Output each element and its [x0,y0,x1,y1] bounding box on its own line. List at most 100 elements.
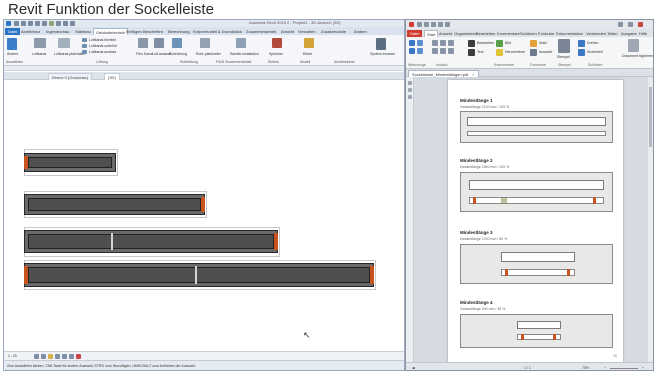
single-page-icon[interactable] [432,48,438,54]
pdf-tab-schuetzen[interactable]: Schützen [520,30,537,37]
pdf-undo-icon[interactable] [438,22,443,27]
security-icon[interactable] [578,49,585,56]
add-image-icon[interactable] [496,40,503,47]
pdf-tab-dokumentation[interactable]: Dokumentation [556,30,583,37]
pdf-tab-teilen[interactable]: Teilen [607,30,617,37]
add-text-icon[interactable] [468,49,475,56]
hand-tool-icon[interactable] [409,40,415,46]
pdf-app-icon[interactable] [409,22,414,27]
rotate-page-icon[interactable] [578,40,585,47]
fit-page-icon[interactable] [432,40,438,46]
undo-icon[interactable] [28,21,33,26]
revit-tab-koerpermodell[interactable]: Körpermodell & Grundstück [193,28,242,35]
highlight-icon[interactable] [496,49,503,56]
print-icon[interactable] [42,21,47,26]
text-icon[interactable] [56,21,61,26]
view-scale[interactable]: 1 : 20 [8,354,17,358]
pdf-document-tab[interactable]: Sockelleiste_Mindestlängen.pdf × [408,70,479,77]
first-page-icon[interactable]: ◀ [412,366,415,370]
pdf-tab-organisieren[interactable]: Organisieren [454,30,477,37]
system-browser-icon[interactable] [376,38,386,50]
pdf-print-icon[interactable] [431,22,436,27]
pdf-tab-start[interactable]: Start [424,30,439,37]
select-tool-icon[interactable] [409,48,415,54]
pdf-maximize-icon[interactable] [628,22,633,27]
revit-tab-zusatzmodule[interactable]: Zusatzmodule [321,28,346,35]
revit-tab-zusammenarbeit[interactable]: Zusammenarbeit [246,28,276,35]
pdf-save-icon[interactable] [424,22,429,27]
zoom-in-icon[interactable]: + [642,366,644,370]
pdf-tab-bearbeiten[interactable]: Bearbeiten [476,30,495,37]
zoom-out-icon[interactable]: − [604,366,606,370]
revit-tab-datei[interactable]: Datei [5,28,21,35]
revit-tab-stahlbau[interactable]: Stahlbau [75,28,91,35]
pdf-tab-ausgabe[interactable]: Ausgabe [621,30,637,37]
detail-level-icon[interactable] [34,354,39,359]
revit-tab-aendern[interactable]: Ändern [354,28,367,35]
revit-tab-beschriften[interactable]: Beschriften [143,28,163,35]
duct-terminal-icon[interactable] [82,50,87,54]
snapshot-icon[interactable] [417,48,423,54]
sign-document-icon[interactable] [628,39,639,52]
modify-icon[interactable] [7,38,17,50]
bookmarks-icon[interactable] [408,81,412,85]
note-icon[interactable] [530,40,537,47]
pdf-open-icon[interactable] [417,22,422,27]
revit-tab-gebaeudetechnik[interactable]: Gebäudetechnik [93,28,129,35]
flex-duct-icon[interactable] [138,38,148,48]
pdf-redo-icon[interactable] [445,22,450,27]
electrical-icon[interactable] [304,38,314,48]
3d-view-icon[interactable] [63,21,68,26]
attachments-icon[interactable] [408,95,412,99]
pdf-tab-verwenden[interactable]: Verwenden [586,30,606,37]
page-indicator[interactable]: 1 / 1 [524,366,531,370]
lock-view-icon[interactable] [69,354,74,359]
pdf-tab-formular[interactable]: Formular [538,30,554,37]
duct-placeholder-icon[interactable] [58,38,70,48]
close-tab-icon[interactable]: × [472,72,474,77]
visual-style-icon[interactable] [41,354,46,359]
continuous-icon[interactable] [448,48,454,54]
revit-tab-architektur[interactable]: Architektur [21,28,40,35]
air-terminal-icon[interactable] [154,38,164,48]
thumbnails-icon[interactable] [408,88,412,92]
pdf-tab-datei[interactable]: Datei [407,30,423,37]
fit-width-icon[interactable] [440,40,446,46]
pdf-close-icon[interactable] [638,22,643,27]
revit-tab-ansicht[interactable]: Ansicht [281,28,294,35]
pipe-placeholder-icon[interactable] [200,38,210,48]
redo-icon[interactable] [35,21,40,26]
pdf-tab-kommentare[interactable]: Kommentare [497,30,520,37]
skirting-board-segment[interactable] [24,263,374,287]
edit-text-icon[interactable] [468,40,475,47]
pdf-tab-hilfe[interactable]: Hilfe [639,30,647,37]
stamp-icon[interactable] [558,39,570,53]
duct-accessory-icon[interactable] [82,44,87,48]
pdf-vertical-scrollbar[interactable] [648,77,653,362]
zoom-slider[interactable] [610,368,638,369]
duct-fitting-icon[interactable] [82,38,87,42]
plumbing-fixture-icon[interactable] [236,38,246,48]
skirting-board-segment[interactable] [24,230,278,253]
temporary-hide-icon[interactable] [76,354,81,359]
revit-logo-icon[interactable] [6,21,11,26]
revit-tab-berechnung[interactable]: Berechnung [168,28,190,35]
sprinkler-icon[interactable] [272,38,282,48]
zoom-icon[interactable] [417,40,423,46]
pdf-tab-ansicht[interactable]: Ansicht [439,30,452,37]
section-icon[interactable] [70,21,75,26]
revit-tab-einfuegen[interactable]: Einfügen [126,28,142,35]
crop-view-icon[interactable] [62,354,67,359]
open-icon[interactable] [14,21,19,26]
skirting-board-segment[interactable] [24,153,116,172]
zoom-level[interactable]: 75% [582,366,589,370]
view-tab-3d[interactable]: {3D} [104,73,120,80]
pdf-minimize-icon[interactable] [618,22,623,27]
shadows-icon[interactable] [55,354,60,359]
revit-tab-ingenieurbau[interactable]: Ingenieurbau [46,28,69,35]
revit-drawing-area[interactable] [4,80,404,350]
skirting-board-segment[interactable] [24,194,205,215]
sun-path-icon[interactable] [48,354,53,359]
scrollbar-thumb[interactable] [649,87,652,147]
measure-icon[interactable] [49,21,54,26]
